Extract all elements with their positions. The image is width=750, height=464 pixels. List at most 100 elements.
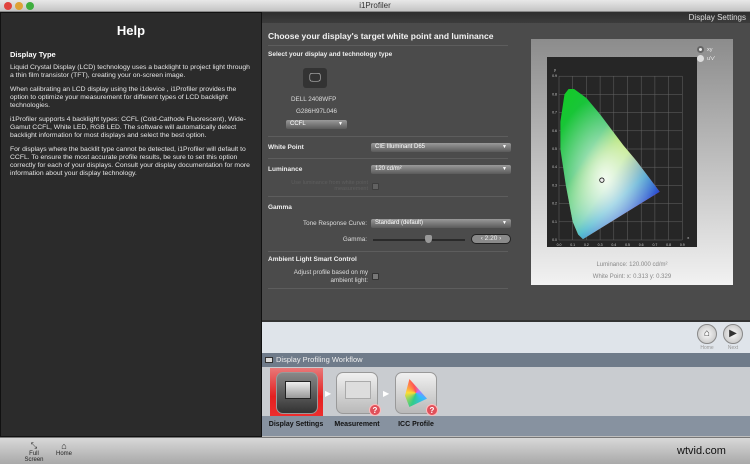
title-bar: i1Profiler — [0, 0, 750, 12]
gamut-document-icon — [405, 379, 427, 407]
expand-icon: ⤡ — [30, 441, 38, 450]
xy-label: xy — [707, 46, 713, 53]
cie-xy-diagram: 0.00.0 0.1 0.1 0.2 0.2 0.3 0.3 0.4 0.4 0.5 0.5 0.6 0… — [547, 57, 697, 247]
x-tick-label: 0.6 — [639, 243, 644, 247]
x-tick-label: 0.8 — [666, 243, 671, 247]
play-icon: ▶ — [729, 328, 737, 339]
x-axis-label: x — [687, 235, 689, 240]
y-tick-label: 0.8 — [552, 92, 557, 96]
x-tick-label: 0.9 — [680, 243, 685, 247]
monitor-icon — [345, 381, 371, 399]
question-icon: ? — [426, 404, 438, 416]
navigation-strip: ⌂ Home ▶ Next — [262, 320, 750, 353]
gamma-slider-thumb[interactable] — [425, 235, 433, 243]
window-title: i1Profiler — [359, 1, 391, 10]
uv-label: u'v' — [707, 55, 715, 62]
y-tick-label: 0.5 — [552, 147, 557, 151]
x-tick-label: 0.7 — [652, 243, 657, 247]
x-tick-label: 0.0 — [557, 243, 562, 247]
arrow-icon: ▶ — [325, 389, 332, 398]
help-paragraph: Liquid Crystal Display (LCD) technology … — [10, 64, 250, 79]
y-tick-label: 0.2 — [552, 202, 557, 206]
ambient-option-label: Adjust profile based on my ambient light… — [293, 269, 368, 284]
y-axis-label: y — [554, 67, 556, 72]
uv-radio[interactable]: u'v' — [697, 55, 715, 62]
workflow-labels: Display Settings Measurement ICC Profile — [262, 416, 750, 436]
luminance-label: Luminance — [268, 166, 303, 173]
white-point-value: CIE Illuminant D65 — [375, 144, 426, 150]
x-tick-label: 0.3 — [598, 243, 603, 247]
panel-header: Display Settings — [262, 12, 750, 23]
step-display-settings[interactable] — [276, 372, 318, 414]
y-tick-label: 0.3 — [552, 183, 557, 187]
full-screen-caption: Full Screen — [24, 451, 44, 463]
gamma-section-label: Gamma — [268, 204, 292, 211]
chevron-down-icon: ▼ — [502, 166, 507, 172]
luminance-option-label: Use luminance from white point measureme… — [291, 180, 368, 192]
chevron-down-icon: ▼ — [502, 144, 507, 150]
radio-selected-icon — [697, 46, 704, 53]
display-serial: G286H97L046 — [296, 108, 337, 115]
question-icon: ? — [369, 404, 381, 416]
workflow-header: Display Profiling Workflow — [262, 353, 750, 367]
y-tick-label: 0.9 — [552, 74, 557, 78]
monitor-icon — [285, 381, 311, 399]
white-point-dropdown[interactable]: CIE Illuminant D65 ▼ — [371, 143, 511, 152]
watermark: wtvid.com — [677, 445, 726, 457]
luminance-checkbox[interactable] — [372, 183, 379, 190]
help-paragraph: For displays where the backlit type cann… — [10, 146, 250, 177]
y-tick-label: 0.0 — [552, 238, 557, 242]
x-tick-label: 0.2 — [584, 243, 589, 247]
step-label: Display Settings — [268, 421, 324, 428]
chromaticity-chart-panel: xy u'v' 0.0 0.0 0.1 0.1 0.2 0.2 0.3 0.3 0.4 0.4 0.… — [531, 39, 733, 285]
white-point-label: White Point — [268, 144, 304, 151]
home-button[interactable]: ⌂ — [697, 324, 717, 344]
y-tick-label: 0.4 — [552, 165, 557, 169]
ambient-checkbox[interactable] — [372, 273, 379, 280]
arrow-icon: ▶ — [383, 389, 390, 398]
display-model: DELL 2408WFP — [291, 96, 337, 103]
zoom-button[interactable] — [26, 2, 34, 10]
workflow-title: Display Profiling Workflow — [276, 355, 363, 364]
minimize-button[interactable] — [15, 2, 23, 10]
ambient-section-label: Ambient Light Smart Control — [268, 256, 357, 263]
y-tick-label: 0.7 — [552, 111, 557, 115]
chevron-down-icon: ▼ — [502, 220, 507, 226]
luminance-value: 120 cd/m² — [375, 166, 402, 172]
close-button[interactable] — [4, 2, 12, 10]
x-tick-label: 0.4 — [611, 243, 616, 247]
radio-icon — [697, 55, 704, 62]
gamma-label: Gamma: — [342, 236, 367, 243]
step-label: ICC Profile — [398, 421, 434, 428]
white-point-marker[interactable] — [599, 177, 605, 183]
technology-value: CCFL — [290, 121, 306, 127]
home-icon: ⌂ — [703, 328, 711, 339]
gamma-stepper[interactable]: ‹ 2.20 › — [471, 234, 511, 244]
page-title: Choose your display's target white point… — [268, 31, 494, 41]
trc-label: Tone Response Curve: — [302, 220, 367, 227]
luminance-dropdown[interactable]: 120 cd/m² ▼ — [371, 165, 511, 174]
trc-dropdown[interactable]: Standard (default) ▼ — [371, 219, 511, 228]
display-section-label: Select your display and technology type — [268, 51, 393, 58]
x-tick-label: 0.5 — [625, 243, 630, 247]
step-label: Measurement — [334, 421, 380, 428]
white-point-readout: White Point: x: 0.313 y: 0.329 — [592, 274, 672, 280]
y-tick-label: 0.1 — [552, 220, 557, 224]
help-paragraph: i1Profiler supports 4 backlight types: C… — [10, 116, 246, 139]
help-panel: Help Display Type Liquid Crystal Display… — [0, 12, 262, 437]
step-icc-profile[interactable]: ? — [395, 372, 438, 416]
gamma-slider[interactable] — [373, 239, 465, 241]
help-paragraph: When calibrating an LCD display using th… — [10, 86, 237, 109]
next-button[interactable]: ▶ — [723, 324, 743, 344]
y-tick-label: 0.6 — [552, 129, 557, 133]
trc-value: Standard (default) — [375, 220, 424, 226]
bottom-home-button[interactable]: ⌂ Home — [53, 441, 75, 457]
full-screen-button[interactable]: ⤡ Full Screen — [22, 441, 46, 463]
home-caption: Home — [700, 345, 714, 351]
bottom-toolbar: ⤡ Full Screen ⌂ Home wtvid.com — [0, 437, 750, 464]
home-caption: Home — [55, 451, 72, 457]
step-measurement[interactable]: ? — [336, 372, 381, 416]
monitor-icon[interactable]: 🖵 — [303, 68, 327, 88]
xy-radio[interactable]: xy — [697, 46, 713, 53]
technology-dropdown[interactable]: CCFL ▼ — [286, 120, 347, 129]
